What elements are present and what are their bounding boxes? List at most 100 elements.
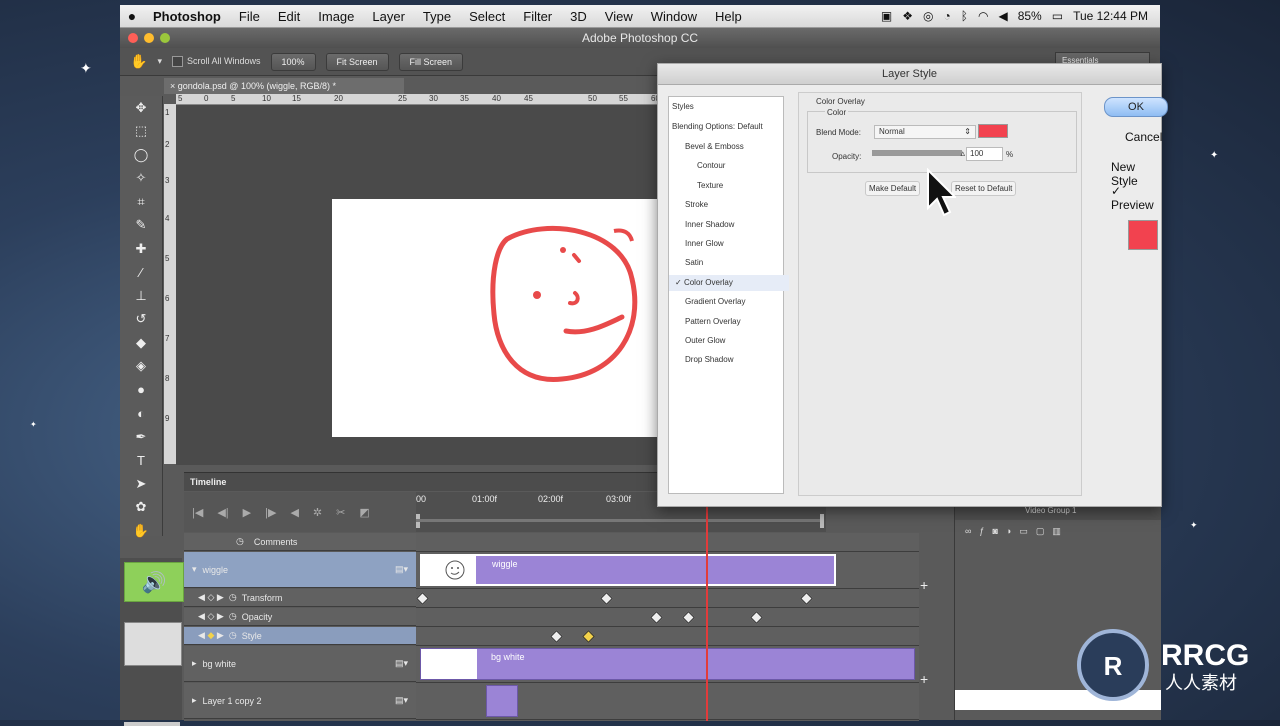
- paint-bucket-tool-icon[interactable]: ◈: [120, 355, 162, 379]
- apple-icon[interactable]: ●: [120, 8, 144, 24]
- expand-arrow-icon[interactable]: ▸: [192, 658, 197, 669]
- battery-icon[interactable]: ▭: [1052, 9, 1063, 23]
- cancel-button[interactable]: Cancel: [1125, 130, 1162, 144]
- opacity-property[interactable]: ◀ ◇ ▶ ◷ Opacity: [184, 608, 416, 626]
- comments-lane[interactable]: [416, 533, 919, 552]
- document-tab[interactable]: × gondola.psd @ 100% (wiggle, RGB/8) *: [164, 78, 404, 94]
- fx-icon[interactable]: ƒ: [979, 526, 992, 536]
- reset-default-button[interactable]: Reset to Default: [951, 181, 1017, 196]
- audio-track-button[interactable]: 🔊: [124, 562, 184, 602]
- menu-filter[interactable]: Filter: [514, 9, 561, 24]
- menu-3d[interactable]: 3D: [561, 9, 596, 24]
- menu-window[interactable]: Window: [642, 9, 706, 24]
- style-stroke[interactable]: Stroke: [669, 197, 799, 213]
- style-gradient-overlay[interactable]: Gradient Overlay: [669, 294, 799, 310]
- play-icon[interactable]: ▶: [243, 506, 251, 519]
- blend-mode-select[interactable]: Normal ⇕: [874, 125, 976, 139]
- menu-view[interactable]: View: [596, 9, 642, 24]
- overlay-color-swatch[interactable]: [978, 124, 1008, 138]
- style-contour[interactable]: Contour: [669, 158, 811, 174]
- preview-checkbox[interactable]: ✓ Preview: [1111, 184, 1161, 212]
- menu-edit[interactable]: Edit: [269, 9, 309, 24]
- blur-tool-icon[interactable]: ●: [120, 378, 162, 402]
- make-default-button[interactable]: Make Default: [865, 181, 921, 196]
- clock[interactable]: Tue 12:44 PM: [1073, 9, 1148, 23]
- brush-tool-icon[interactable]: ⁄: [120, 261, 162, 285]
- add-keyframe-icon[interactable]: ◇: [207, 611, 214, 622]
- track-layer-1-copy-2[interactable]: ▸ Layer 1 copy 2 ▤▾: [184, 683, 416, 719]
- document-canvas[interactable]: [332, 199, 665, 437]
- eraser-tool-icon[interactable]: ◆: [120, 331, 162, 355]
- film-icon[interactable]: ▤▾: [395, 695, 408, 706]
- work-area-bar[interactable]: [416, 519, 824, 522]
- volume-icon[interactable]: ◀: [998, 9, 1007, 23]
- next-keyframe-icon[interactable]: ▶: [217, 592, 224, 603]
- style-bevel-emboss[interactable]: Bevel & Emboss: [669, 139, 799, 155]
- folder-icon[interactable]: ▭: [1019, 526, 1036, 536]
- audio-toggle-icon[interactable]: ◀: [290, 506, 298, 519]
- blending-options[interactable]: Blending Options: Default: [669, 119, 786, 135]
- tool-preset-dropdown[interactable]: ▾: [157, 56, 162, 67]
- menu-layer[interactable]: Layer: [363, 9, 414, 24]
- stopwatch-icon[interactable]: ◷: [229, 592, 237, 603]
- scroll-all-windows-checkbox[interactable]: Scroll All Windows: [171, 56, 261, 68]
- wiggle-lane[interactable]: wiggle: [416, 552, 919, 589]
- opacity-lane[interactable]: [416, 608, 919, 627]
- transform-property[interactable]: ◀ ◇ ▶ ◷ Transform: [184, 589, 416, 607]
- style-outer-glow[interactable]: Outer Glow: [669, 333, 799, 349]
- wiggle-clip[interactable]: wiggle: [420, 554, 836, 586]
- add-media-button-bg[interactable]: +: [920, 671, 928, 687]
- link-icon[interactable]: ∞: [965, 526, 979, 536]
- stopwatch-icon[interactable]: ◷: [229, 611, 237, 622]
- keyframe[interactable]: [650, 611, 663, 624]
- style-inner-glow[interactable]: Inner Glow: [669, 236, 799, 252]
- keyframe[interactable]: [682, 611, 695, 624]
- first-frame-icon[interactable]: |◀: [192, 506, 203, 519]
- keyframe[interactable]: [750, 611, 763, 624]
- hand-tool-icon[interactable]: ✋: [130, 53, 147, 70]
- layer-thumbnail[interactable]: [124, 622, 182, 666]
- minimize-window-button[interactable]: [144, 33, 154, 43]
- move-tool-icon[interactable]: ✥: [120, 96, 162, 120]
- type-tool-icon[interactable]: T: [120, 449, 162, 473]
- mask-icon[interactable]: ◙: [992, 526, 1005, 536]
- prev-keyframe-icon[interactable]: ◀: [198, 611, 205, 622]
- track-wiggle[interactable]: ▾ wiggle ▤▾: [184, 552, 416, 588]
- style-lane[interactable]: [416, 627, 919, 646]
- fit-screen-button[interactable]: Fit Screen: [325, 52, 389, 71]
- add-keyframe-icon[interactable]: ◇: [207, 592, 214, 603]
- canvas-area[interactable]: [176, 105, 696, 465]
- settings-icon[interactable]: ✲: [313, 506, 322, 519]
- track-bg-white[interactable]: ▸ bg white ▤▾: [184, 646, 416, 682]
- shape-tool-icon[interactable]: ✿: [120, 496, 162, 520]
- ok-button[interactable]: OK: [1104, 97, 1168, 117]
- dropbox-icon[interactable]: ❖: [902, 9, 913, 23]
- split-scissors-icon[interactable]: ✂: [336, 506, 345, 519]
- transition-icon[interactable]: ◩: [359, 506, 369, 519]
- zoom-slider[interactable]: [124, 722, 180, 726]
- quick-select-tool-icon[interactable]: ✧: [120, 167, 162, 191]
- slider-thumb-icon[interactable]: ▵: [960, 148, 965, 159]
- pen-tool-icon[interactable]: ✒: [120, 425, 162, 449]
- style-texture[interactable]: Texture: [669, 178, 811, 194]
- keyframe[interactable]: [600, 592, 613, 605]
- expand-arrow-icon[interactable]: ▸: [192, 695, 197, 706]
- styles-header[interactable]: Styles: [669, 99, 786, 115]
- history-brush-tool-icon[interactable]: ↺: [120, 308, 162, 332]
- new-layer-icon[interactable]: ▢: [1036, 526, 1053, 536]
- trash-icon[interactable]: ▥: [1052, 526, 1069, 536]
- menu-image[interactable]: Image: [309, 9, 363, 24]
- zoom-window-button[interactable]: [160, 33, 170, 43]
- prev-keyframe-icon[interactable]: ◀: [198, 630, 205, 641]
- hand-tool-icon[interactable]: ✋: [120, 519, 162, 543]
- add-media-button-wiggle[interactable]: +: [920, 577, 928, 593]
- path-select-tool-icon[interactable]: ➤: [120, 472, 162, 496]
- next-keyframe-icon[interactable]: ▶: [217, 630, 224, 641]
- close-window-button[interactable]: [128, 33, 138, 43]
- horizontal-ruler[interactable]: 5 0 5 10 15 20 25 30 35 40 45 50 55 60: [176, 94, 736, 105]
- stopwatch-icon[interactable]: ◷: [236, 536, 244, 547]
- add-keyframe-icon[interactable]: ◆: [207, 630, 214, 641]
- menu-file[interactable]: File: [230, 9, 269, 24]
- fill-screen-button[interactable]: Fill Screen: [398, 52, 464, 71]
- stopwatch-icon[interactable]: ◷: [229, 630, 237, 641]
